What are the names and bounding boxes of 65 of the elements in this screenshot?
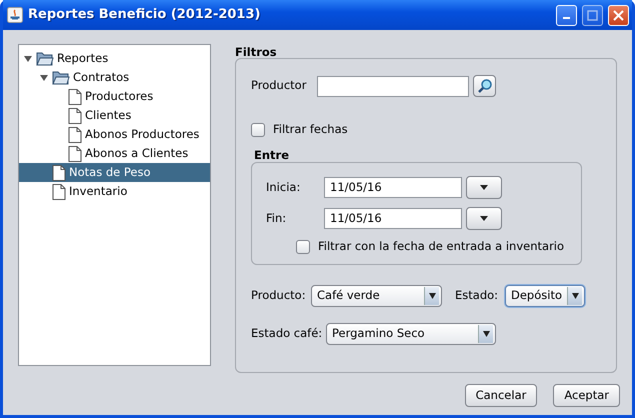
minimize-button[interactable] — [556, 4, 577, 26]
checkbox-label: Filtrar fechas — [273, 121, 348, 138]
maximize-button[interactable] — [582, 4, 603, 26]
expand-icon[interactable] — [24, 54, 32, 62]
close-button[interactable] — [608, 4, 629, 26]
tree-item[interactable]: Clientes — [19, 106, 210, 125]
caret-icon — [480, 185, 488, 190]
minimize-icon — [563, 17, 570, 19]
field-value: 11/05/16 — [330, 210, 382, 228]
folder-icon — [52, 70, 70, 85]
tree-label: Contratos — [73, 68, 130, 86]
document-icon — [68, 146, 82, 162]
dropdown-button[interactable] — [466, 207, 502, 230]
tree-item[interactable]: Notas de Peso — [19, 163, 210, 182]
document-icon — [68, 108, 82, 124]
search-icon — [476, 78, 492, 94]
dropdown[interactable]: Pergamino Seco — [326, 322, 496, 344]
maximize-icon — [587, 10, 598, 20]
checkbox[interactable] — [251, 122, 265, 137]
field-label: Producto: — [251, 286, 307, 304]
field-label: Estado café: — [251, 324, 324, 342]
dropdown[interactable]: Café verde — [311, 284, 442, 306]
app-icon — [7, 7, 23, 23]
tree-label: Abonos Productores — [85, 126, 200, 143]
document-icon — [68, 126, 82, 142]
search-button[interactable] — [473, 75, 496, 97]
tree-item[interactable]: Abonos a Clientes — [19, 144, 210, 163]
close-icon — [613, 10, 624, 20]
tree-label: Productores — [85, 88, 154, 105]
tree-label: Clientes — [85, 106, 132, 124]
caret-icon — [480, 216, 488, 222]
caret-icon — [482, 330, 490, 336]
tree-item[interactable]: Productores — [19, 87, 210, 106]
document-icon — [68, 88, 82, 104]
tree-label: Reportes — [57, 50, 108, 67]
tree-item[interactable]: Inventario — [19, 182, 210, 201]
field-value: 11/05/16 — [330, 179, 382, 196]
group-title: Entre — [254, 147, 290, 162]
dropdown[interactable]: Depósito — [505, 284, 585, 306]
field-label: Inicia: — [266, 179, 302, 196]
tree-label: Inventario — [69, 182, 128, 200]
expand-icon[interactable] — [40, 74, 48, 82]
folder-icon — [36, 51, 54, 66]
group-title: Filtros — [235, 44, 278, 58]
date-field[interactable]: 11/05/16 — [324, 177, 462, 198]
document-icon — [52, 164, 66, 180]
checkbox-label: Filtrar con la fecha de entrada a inventario — [318, 238, 564, 256]
tree-item[interactable]: Contratos — [19, 68, 210, 87]
text-field[interactable] — [317, 76, 469, 96]
caret-icon — [572, 292, 578, 298]
checkbox[interactable] — [296, 240, 310, 254]
tree-item[interactable]: Abonos Productores — [19, 125, 210, 144]
cancel-button[interactable]: Cancelar — [464, 384, 538, 407]
tree-label: Abonos a Clientes — [85, 144, 188, 162]
field-label: Fin: — [266, 210, 288, 228]
caret-icon — [428, 292, 436, 298]
tree-label: Notas de Peso — [69, 164, 150, 181]
dropdown-button[interactable] — [466, 176, 502, 200]
accept-button[interactable]: Aceptar — [553, 384, 620, 407]
date-field[interactable]: 11/05/16 — [324, 208, 462, 230]
document-icon — [52, 184, 66, 200]
tree-item[interactable]: Reportes — [19, 49, 210, 68]
window-title: Reportes Beneficio (2012-2013) — [28, 6, 262, 24]
field-label: Productor — [251, 77, 308, 94]
field-label: Estado: — [455, 286, 500, 304]
